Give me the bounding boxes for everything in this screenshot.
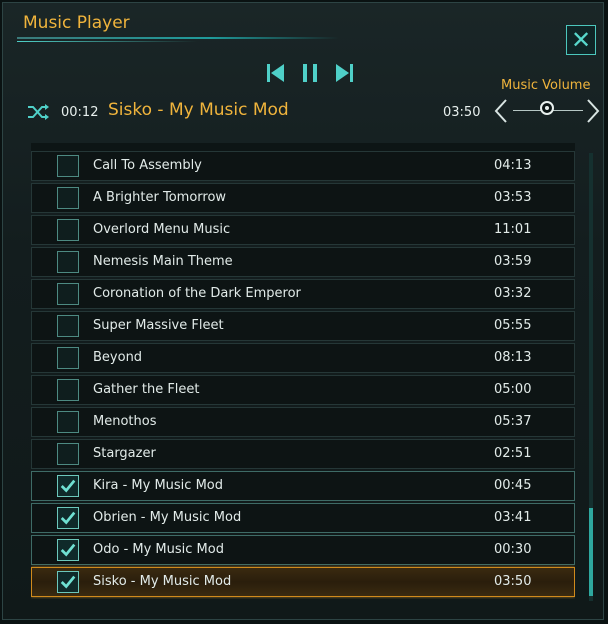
shuffle-icon[interactable]: [27, 103, 49, 121]
track-duration: 03:53: [494, 190, 532, 205]
title-divider: [17, 37, 339, 39]
track-duration: 00:30: [494, 542, 532, 557]
track-name: Sisko - My Music Mod: [93, 574, 232, 589]
track-duration: 08:13: [494, 350, 532, 365]
volume-slider-knob[interactable]: [540, 101, 554, 115]
now-playing-row: 00:12 Sisko - My Music Mod 03:50: [3, 95, 603, 129]
track-checkbox[interactable]: [57, 539, 79, 561]
track-row[interactable]: Menothos 05:37: [31, 407, 575, 437]
window-title: Music Player: [23, 13, 130, 33]
track-name: Odo - My Music Mod: [93, 542, 224, 557]
track-name: Super Massive Fleet: [93, 318, 224, 333]
track-name: Obrien - My Music Mod: [93, 510, 242, 525]
track-checkbox[interactable]: [57, 379, 79, 401]
track-checkbox[interactable]: [57, 475, 79, 497]
skip-previous-icon: [267, 64, 284, 82]
checkmark-icon: [60, 543, 76, 557]
track-checkbox[interactable]: [57, 507, 79, 529]
close-button[interactable]: ✕: [566, 25, 596, 55]
track-checkbox[interactable]: [57, 283, 79, 305]
track-row[interactable]: Stargazer 02:51: [31, 439, 575, 469]
track-checkbox[interactable]: [57, 411, 79, 433]
checkmark-icon: [60, 575, 76, 589]
track-duration: 05:55: [494, 318, 532, 333]
track-duration: 00:45: [494, 478, 532, 493]
track-checkbox[interactable]: [57, 251, 79, 273]
track-name: A Brighter Tomorrow: [93, 190, 227, 205]
track-name: Stargazer: [93, 446, 156, 461]
track-list-scrollbar[interactable]: [589, 153, 593, 601]
music-player-window: Music Player ✕ 00:12 Sisko - My Music Mo…: [2, 2, 604, 620]
track-duration: 05:00: [494, 382, 532, 397]
track-name: Gather the Fleet: [93, 382, 200, 397]
checkmark-icon: [60, 479, 76, 493]
track-checkbox[interactable]: [57, 315, 79, 337]
track-row[interactable]: Coronation of the Dark Emperor 03:32: [31, 279, 575, 309]
previous-track-button[interactable]: [265, 61, 287, 85]
checkmark-icon: [60, 511, 76, 525]
track-duration: 02:51: [494, 446, 532, 461]
track-checkbox[interactable]: [57, 571, 79, 593]
track-row[interactable]: Nemesis Main Theme 03:59: [31, 247, 575, 277]
track-duration: 03:41: [494, 510, 532, 525]
volume-up-chevron-icon[interactable]: [585, 98, 601, 124]
track-name: Coronation of the Dark Emperor: [93, 286, 301, 301]
track-duration: 03:32: [494, 286, 532, 301]
playback-controls: [265, 59, 355, 87]
track-duration: 03:50: [494, 574, 532, 589]
track-row[interactable]: A Brighter Tomorrow 03:53: [31, 183, 575, 213]
close-icon: ✕: [570, 26, 592, 54]
pause-button[interactable]: [299, 61, 321, 85]
track-row[interactable]: Kira - My Music Mod 00:45: [31, 471, 575, 501]
now-playing-title: Sisko - My Music Mod: [108, 100, 289, 120]
track-duration: 11:01: [494, 222, 532, 237]
track-duration: 05:37: [494, 414, 532, 429]
track-name: Nemesis Main Theme: [93, 254, 233, 269]
track-row[interactable]: Super Massive Fleet 05:55: [31, 311, 575, 341]
track-checkbox[interactable]: [57, 155, 79, 177]
track-name: Beyond: [93, 350, 143, 365]
track-checkbox[interactable]: [57, 219, 79, 241]
volume-label: Music Volume: [501, 78, 591, 93]
track-total-time: 03:50: [443, 105, 481, 120]
title-bar: Music Player: [3, 3, 603, 42]
track-row[interactable]: Call To Assembly 04:13: [31, 151, 575, 181]
track-list: Call To Assembly 04:13 A Brighter Tomorrow…: [31, 151, 575, 599]
track-row[interactable]: Gather the Fleet 05:00: [31, 375, 575, 405]
pause-icon: [303, 64, 317, 82]
track-row-active[interactable]: Sisko - My Music Mod 03:50: [31, 567, 575, 597]
skip-next-icon: [336, 64, 353, 82]
scrollbar-thumb[interactable]: [589, 508, 593, 596]
track-name: Kira - My Music Mod: [93, 478, 223, 493]
track-row[interactable]: Odo - My Music Mod 00:30: [31, 535, 575, 565]
track-name: Call To Assembly: [93, 158, 202, 173]
track-name: Overlord Menu Music: [93, 222, 231, 237]
track-duration: 03:59: [494, 254, 532, 269]
track-checkbox[interactable]: [57, 187, 79, 209]
track-row[interactable]: Overlord Menu Music 11:01: [31, 215, 575, 245]
track-duration: 04:13: [494, 158, 532, 173]
track-checkbox[interactable]: [57, 347, 79, 369]
volume-down-chevron-icon[interactable]: [493, 98, 509, 124]
elapsed-time: 00:12: [61, 105, 99, 120]
track-name: Menothos: [93, 414, 157, 429]
title-divider-accent: [17, 41, 197, 42]
track-checkbox[interactable]: [57, 443, 79, 465]
track-row[interactable]: Beyond 08:13: [31, 343, 575, 373]
track-row[interactable]: Obrien - My Music Mod 03:41: [31, 503, 575, 533]
next-track-button[interactable]: [333, 61, 355, 85]
